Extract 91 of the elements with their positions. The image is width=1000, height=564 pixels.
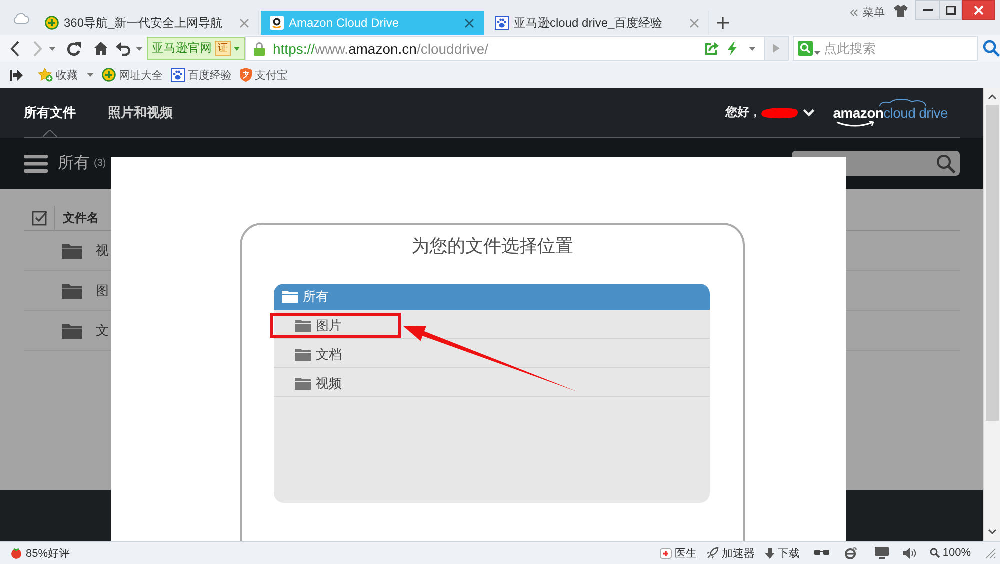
caret-icon[interactable] — [136, 46, 143, 50]
tree-item[interactable]: 图片 — [270, 313, 401, 338]
caret-icon[interactable] — [49, 46, 56, 50]
cloud-outline-icon — [879, 98, 928, 106]
dialog-title: 为您的文件选择位置 — [412, 235, 574, 258]
e-swirl-icon[interactable] — [844, 546, 857, 560]
status-tool-button[interactable]: 加速器 — [706, 546, 755, 560]
cert-badge: 证 — [215, 41, 231, 56]
menu-icon[interactable] — [24, 154, 48, 172]
caret-icon[interactable] — [814, 50, 821, 54]
bookmark-item[interactable]: 百度经验 — [171, 68, 232, 82]
rating-button[interactable]: 85%好评 — [10, 546, 70, 560]
caret-icon — [87, 73, 94, 77]
folder-icon — [295, 348, 311, 360]
glasses-icon[interactable] — [814, 549, 830, 557]
zoom-icon — [930, 548, 940, 558]
folder-title: 所有 — [58, 154, 90, 174]
caret-icon — [234, 46, 240, 50]
scrollbar[interactable] — [983, 88, 1000, 541]
file-name[interactable]: 文 — [96, 322, 109, 340]
speaker-icon[interactable] — [902, 548, 916, 558]
checked-box-icon[interactable] — [32, 210, 48, 226]
column-header[interactable]: 文件名 — [54, 206, 99, 230]
home-icon[interactable] — [94, 42, 108, 55]
smile-logo-icon — [270, 16, 284, 30]
double-chevron-icon — [850, 8, 858, 16]
chevron-left-icon[interactable] — [10, 40, 20, 56]
tomato-icon — [10, 547, 23, 559]
nav-tab[interactable]: 照片和视频 — [108, 88, 173, 137]
chevron-down-icon — [803, 108, 816, 116]
lightning-icon[interactable] — [728, 42, 737, 56]
shirt-icon[interactable] — [894, 5, 908, 17]
close-icon[interactable] — [465, 18, 474, 28]
folder-icon — [62, 282, 82, 298]
tree-item[interactable]: 文档 — [270, 342, 401, 367]
minimize-icon — [922, 9, 932, 11]
plus-circle-icon — [45, 16, 59, 30]
logo-text: amazoncloud drive — [833, 106, 948, 120]
scrollbar-thumb[interactable] — [986, 105, 998, 421]
play-icon — [773, 44, 780, 53]
search-icon[interactable] — [983, 40, 1000, 57]
search-input[interactable]: 点此搜索 — [824, 38, 974, 59]
smile-arrow-icon — [836, 120, 876, 128]
refresh-icon[interactable] — [66, 40, 82, 56]
caret-icon[interactable] — [749, 46, 756, 50]
download-icon — [764, 548, 775, 558]
site-badge[interactable]: 亚马逊官网 证 — [147, 37, 245, 60]
monitor-icon[interactable] — [874, 547, 889, 559]
account-menu[interactable]: 您好， — [725, 104, 816, 121]
redaction-mark — [761, 106, 800, 118]
main-menu-button[interactable]: 菜单 — [850, 5, 885, 20]
share-icon[interactable] — [705, 42, 719, 55]
folder-icon — [282, 291, 298, 303]
plus-icon[interactable] — [717, 17, 729, 29]
close-button[interactable] — [962, 0, 995, 20]
chevron-up-icon[interactable] — [988, 94, 996, 100]
star-plus-icon — [38, 68, 53, 82]
folder-icon — [62, 322, 82, 338]
close-icon — [974, 6, 984, 14]
item-count: (3) — [94, 158, 106, 169]
paw-icon — [171, 68, 185, 82]
bookmark-item[interactable]: 收藏 — [38, 68, 94, 82]
plus-circle-icon — [102, 68, 116, 82]
folder-icon — [62, 242, 82, 258]
rocket-icon — [706, 547, 719, 559]
folder-icon — [295, 378, 311, 390]
status-tool-button[interactable]: 医生 — [660, 546, 697, 560]
address-field[interactable]: https://www.amazon.cn/clouddrive/ — [245, 36, 765, 61]
resize-grip-icon[interactable] — [985, 548, 996, 558]
chevron-down-icon[interactable] — [988, 529, 996, 535]
tree-item[interactable]: 视频 — [270, 371, 401, 396]
curved-arrow-icon[interactable] — [116, 42, 131, 56]
zoom-button[interactable]: 100% — [930, 547, 971, 559]
arrow-bar-icon[interactable] — [10, 70, 23, 80]
status-tool-button[interactable]: 下载 — [764, 546, 800, 560]
folder-icon — [295, 320, 311, 332]
search-icon[interactable] — [936, 154, 956, 174]
medical-kit-icon — [660, 548, 672, 558]
bookmark-item[interactable]: 支付宝 — [240, 68, 288, 82]
lock-icon — [254, 42, 265, 56]
maximize-button[interactable] — [940, 0, 962, 20]
paw-icon — [495, 16, 509, 30]
bookmark-item[interactable]: 网址大全 — [102, 68, 163, 82]
file-name[interactable]: 视 — [96, 242, 109, 260]
minimize-button[interactable] — [915, 0, 940, 20]
shield-icon — [240, 68, 252, 82]
maximize-icon — [946, 6, 956, 14]
nav-tab[interactable]: 所有文件 — [24, 88, 76, 137]
search-field[interactable]: 点此搜索 — [793, 36, 978, 61]
file-name[interactable]: 图 — [96, 282, 109, 300]
magnifier-tile-icon[interactable] — [798, 41, 813, 56]
